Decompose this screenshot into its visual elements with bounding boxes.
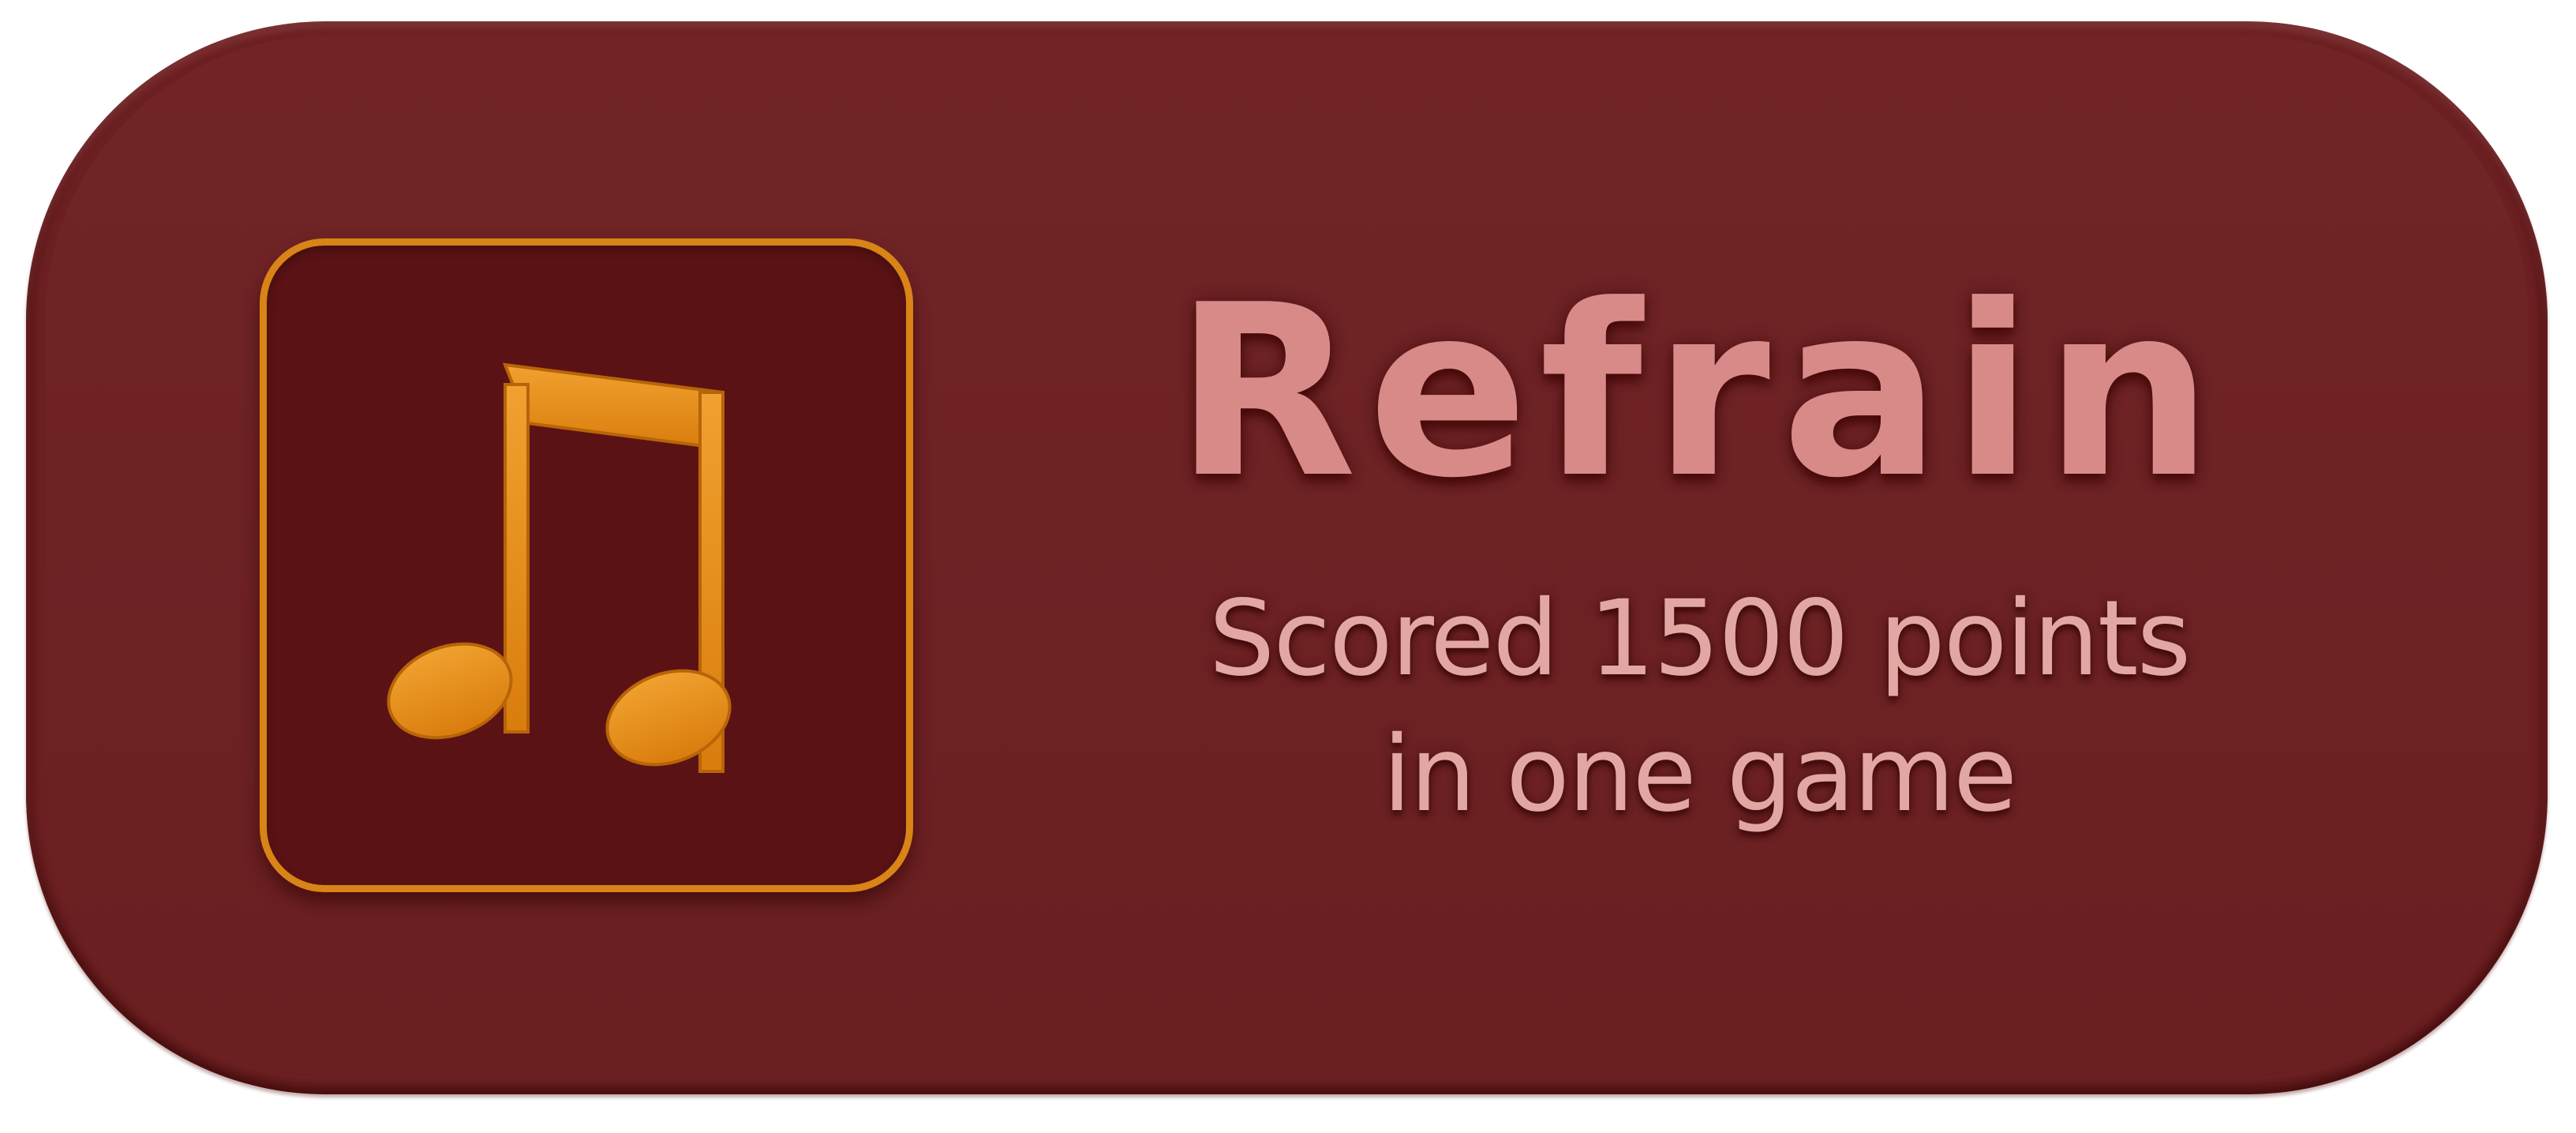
achievement-text: Refrain Scored 1500 points in one game (1068, 258, 2331, 842)
achievement-screen: Refrain Scored 1500 points in one game (0, 0, 2576, 1133)
achievement-icon-tile (260, 238, 913, 892)
achievement-description-line1: Scored 1500 points (1208, 578, 2192, 700)
achievement-card: Refrain Scored 1500 points in one game (26, 21, 2548, 1094)
achievement-description-line2: in one game (1382, 714, 2017, 835)
achievement-title: Refrain (1174, 254, 2224, 530)
music-note-icon (387, 362, 732, 773)
achievement-description: Scored 1500 points in one game (1068, 571, 2331, 842)
